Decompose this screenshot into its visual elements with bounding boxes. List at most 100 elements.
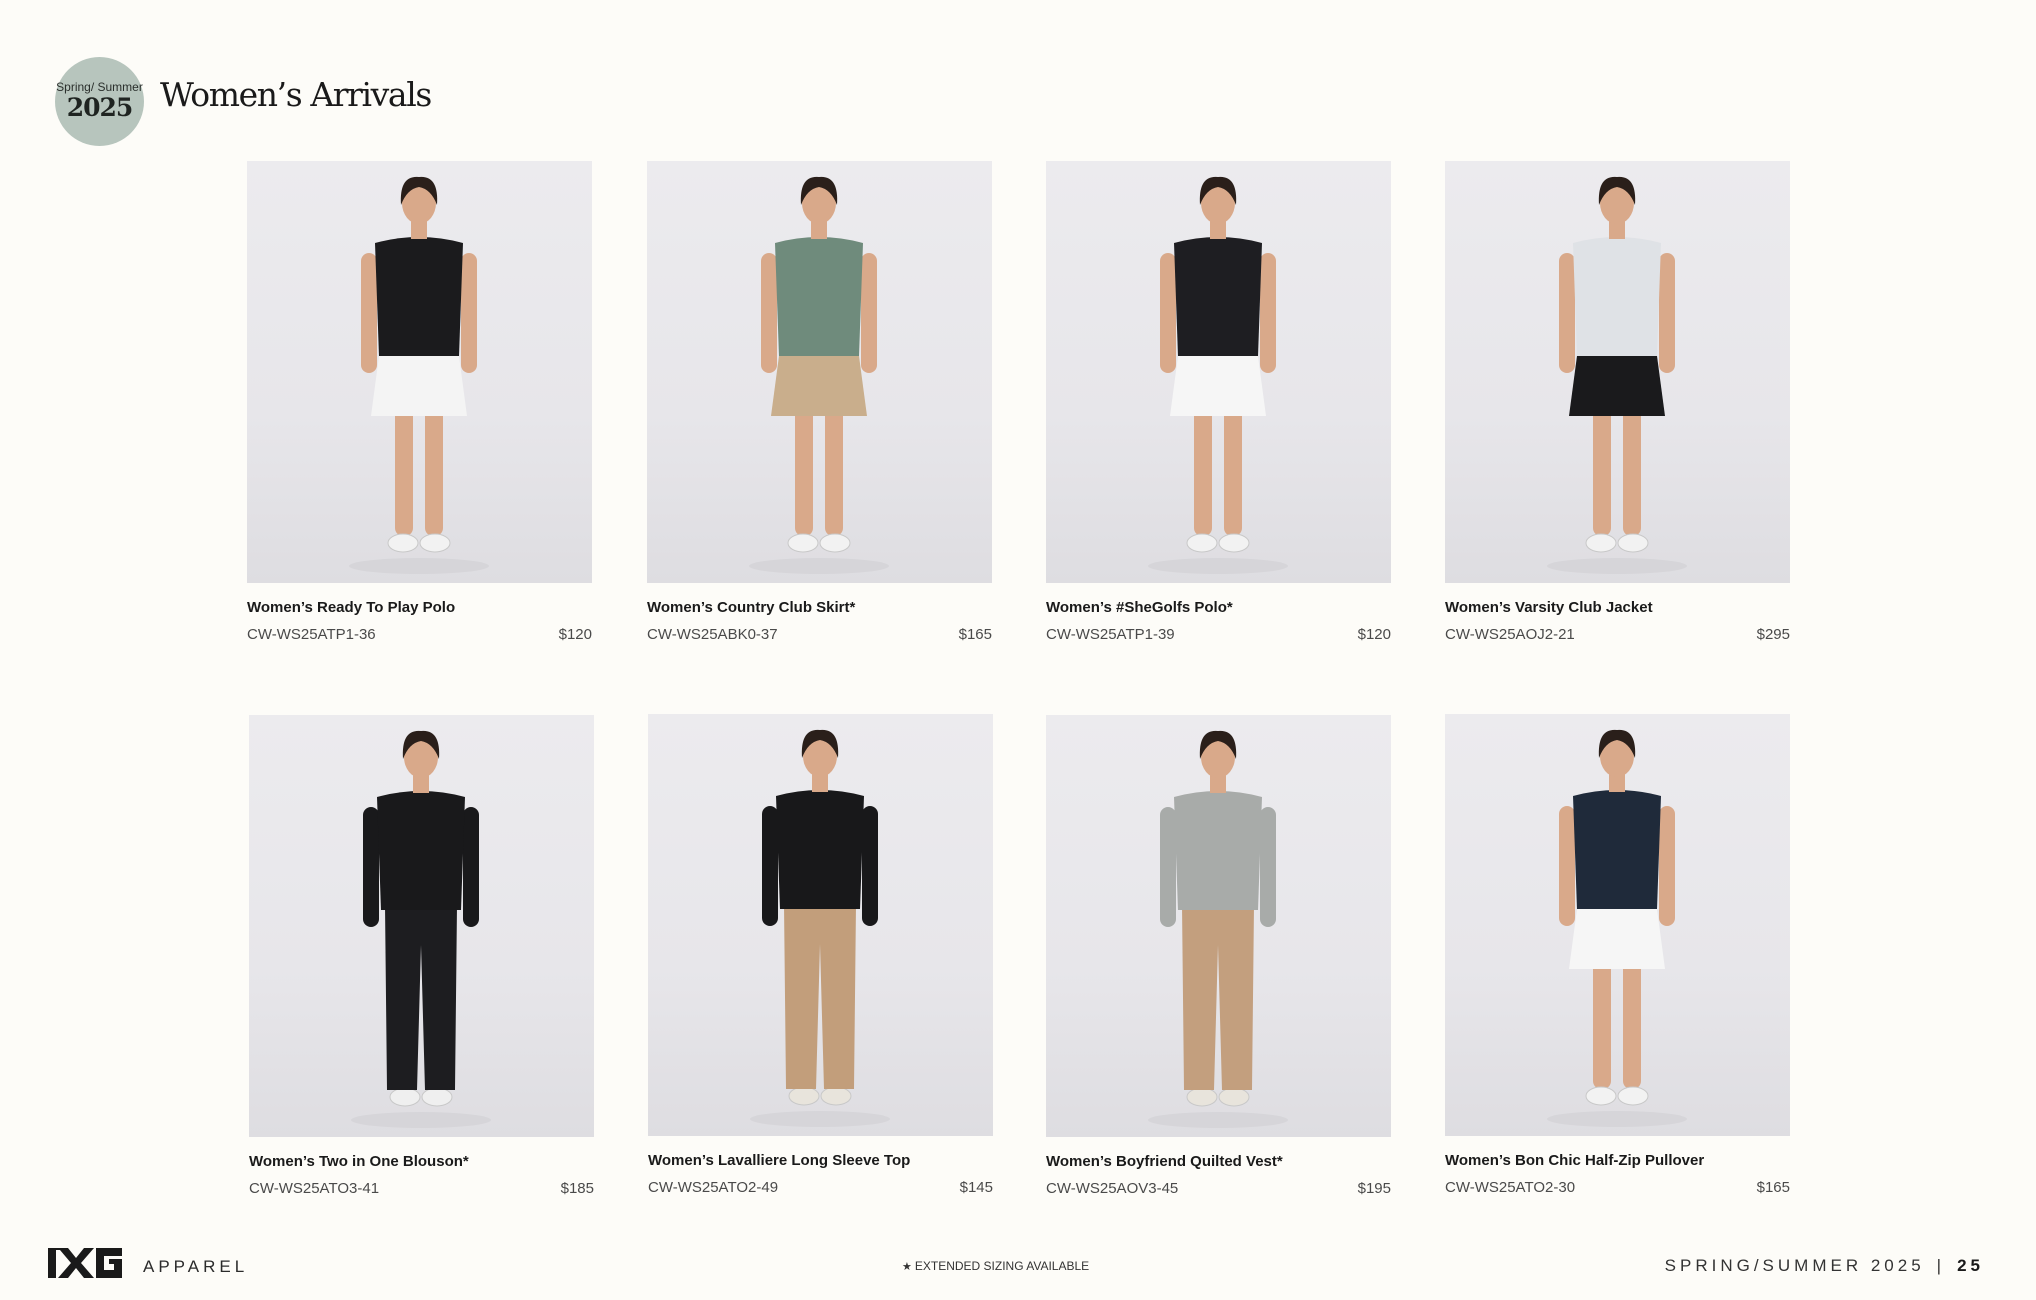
product-card[interactable]: Women’s Bon Chic Half-Zip Pullover CW-WS… xyxy=(1445,714,1790,1196)
model-top xyxy=(1174,237,1262,356)
product-photo[interactable] xyxy=(1445,714,1790,1136)
product-sku: CW-WS25ATP1-36 xyxy=(247,626,376,643)
floor-shadow xyxy=(749,558,889,574)
product-photo[interactable] xyxy=(647,161,992,583)
model-arm xyxy=(762,806,778,926)
model-arm xyxy=(1659,806,1675,926)
badge-year: 2025 xyxy=(66,93,134,122)
model-arm xyxy=(1160,253,1176,373)
model-leg xyxy=(1623,959,1641,1089)
model-shoe xyxy=(421,1087,453,1107)
product-card[interactable]: Women’s Ready To Play Polo CW-WS25ATP1-3… xyxy=(247,161,592,643)
product-sku: CW-WS25ATO3-41 xyxy=(249,1180,380,1197)
model-leg xyxy=(825,406,843,536)
model-shoe xyxy=(389,1087,421,1107)
model-top xyxy=(377,791,465,910)
model-top xyxy=(1573,790,1661,909)
floor-shadow xyxy=(1148,558,1288,574)
brand-label: APPAREL xyxy=(143,1257,249,1276)
model-shoe xyxy=(1186,533,1218,553)
page-footer: SPRING/SUMMER 2025 | 25 xyxy=(1665,1256,1984,1276)
footnote: ★ EXTENDED SIZING AVAILABLE xyxy=(902,1259,1089,1273)
product-sku: CW-WS25AOJ2-21 xyxy=(1445,626,1575,643)
pxg-logo-icon xyxy=(46,1244,124,1282)
model-arm xyxy=(461,253,477,373)
model-leg xyxy=(1224,406,1242,536)
product-name[interactable]: Women’s Ready To Play Polo xyxy=(247,599,592,619)
product-sku: CW-WS25ABK0-37 xyxy=(647,626,778,643)
page-number: 25 xyxy=(1957,1256,1984,1275)
model-arm xyxy=(361,253,377,373)
product-card[interactable]: Women’s Country Club Skirt* CW-WS25ABK0-… xyxy=(647,161,992,643)
product-card[interactable]: Women’s #SheGolfs Polo* CW-WS25ATP1-39 $1… xyxy=(1046,161,1391,643)
model-shoe xyxy=(419,533,451,553)
model-arm xyxy=(861,253,877,373)
model-shoe xyxy=(787,533,819,553)
model-shoe xyxy=(1585,1086,1617,1106)
model-arm xyxy=(1160,807,1176,927)
model-pants xyxy=(784,904,856,1089)
model-arm xyxy=(1260,253,1276,373)
product-photo[interactable] xyxy=(1046,161,1391,583)
model-shoe xyxy=(1585,533,1617,553)
footnote-text: EXTENDED SIZING AVAILABLE xyxy=(914,1259,1090,1273)
model-arm xyxy=(1260,807,1276,927)
product-name[interactable]: Women’s Boyfriend Quilted Vest* xyxy=(1046,1153,1391,1173)
model-shoe xyxy=(1617,533,1649,553)
model-top xyxy=(375,237,463,356)
model-arm xyxy=(1559,806,1575,926)
product-photo[interactable] xyxy=(1445,161,1790,583)
product-photo[interactable] xyxy=(1046,715,1391,1137)
product-name[interactable]: Women’s Bon Chic Half-Zip Pullover xyxy=(1445,1152,1790,1172)
product-price: $185 xyxy=(560,1180,594,1197)
model-arm xyxy=(862,806,878,926)
product-sku: CW-WS25ATP1-39 xyxy=(1046,626,1175,643)
model-leg xyxy=(1194,406,1212,536)
product-price: $120 xyxy=(1357,626,1391,643)
model-pants xyxy=(385,905,457,1090)
page-title: Women’s Arrivals xyxy=(160,75,432,114)
floor-shadow xyxy=(1148,1112,1288,1128)
product-photo[interactable] xyxy=(247,161,592,583)
product-price: $295 xyxy=(1756,626,1790,643)
product-name[interactable]: Women’s #SheGolfs Polo* xyxy=(1046,599,1391,619)
product-price: $165 xyxy=(1756,1179,1790,1196)
model-top xyxy=(776,790,864,909)
model-shoe xyxy=(387,533,419,553)
product-price: $145 xyxy=(959,1179,993,1196)
product-photo[interactable] xyxy=(648,714,993,1136)
model-leg xyxy=(1593,959,1611,1089)
product-card[interactable]: Women’s Two in One Blouson* CW-WS25ATO3-… xyxy=(249,715,594,1197)
model-arm xyxy=(761,253,777,373)
product-name[interactable]: Women’s Varsity Club Jacket xyxy=(1445,599,1790,619)
product-card[interactable]: Women’s Boyfriend Quilted Vest* CW-WS25A… xyxy=(1046,715,1391,1197)
product-photo[interactable] xyxy=(249,715,594,1137)
product-price: $165 xyxy=(958,626,992,643)
separator: | xyxy=(1936,1256,1946,1275)
model-top xyxy=(775,237,863,356)
product-name[interactable]: Women’s Country Club Skirt* xyxy=(647,599,992,619)
product-sku: CW-WS25ATO2-30 xyxy=(1445,1179,1576,1196)
floor-shadow xyxy=(349,558,489,574)
product-card[interactable]: Women’s Lavalliere Long Sleeve Top CW-WS… xyxy=(648,714,993,1196)
model-top xyxy=(1573,237,1661,356)
model-arm xyxy=(463,807,479,927)
season-label: SPRING/SUMMER 2025 xyxy=(1664,1256,1925,1275)
product-card[interactable]: Women’s Varsity Club Jacket CW-WS25AOJ2-… xyxy=(1445,161,1790,643)
model-shoe xyxy=(820,1086,852,1106)
product-name[interactable]: Women’s Two in One Blouson* xyxy=(249,1153,594,1173)
product-name[interactable]: Women’s Lavalliere Long Sleeve Top xyxy=(648,1152,993,1172)
model-pants xyxy=(1182,905,1254,1090)
model-leg xyxy=(1623,406,1641,536)
floor-shadow xyxy=(1547,1111,1687,1127)
model-arm xyxy=(1559,253,1575,373)
model-shoe xyxy=(788,1086,820,1106)
product-sku: CW-WS25ATO2-49 xyxy=(648,1179,779,1196)
floor-shadow xyxy=(351,1112,491,1128)
floor-shadow xyxy=(750,1111,890,1127)
product-sku: CW-WS25AOV3-45 xyxy=(1046,1180,1179,1197)
product-price: $195 xyxy=(1357,1180,1391,1197)
model-arm xyxy=(1659,253,1675,373)
model-shoe xyxy=(819,533,851,553)
model-top xyxy=(1174,791,1262,910)
